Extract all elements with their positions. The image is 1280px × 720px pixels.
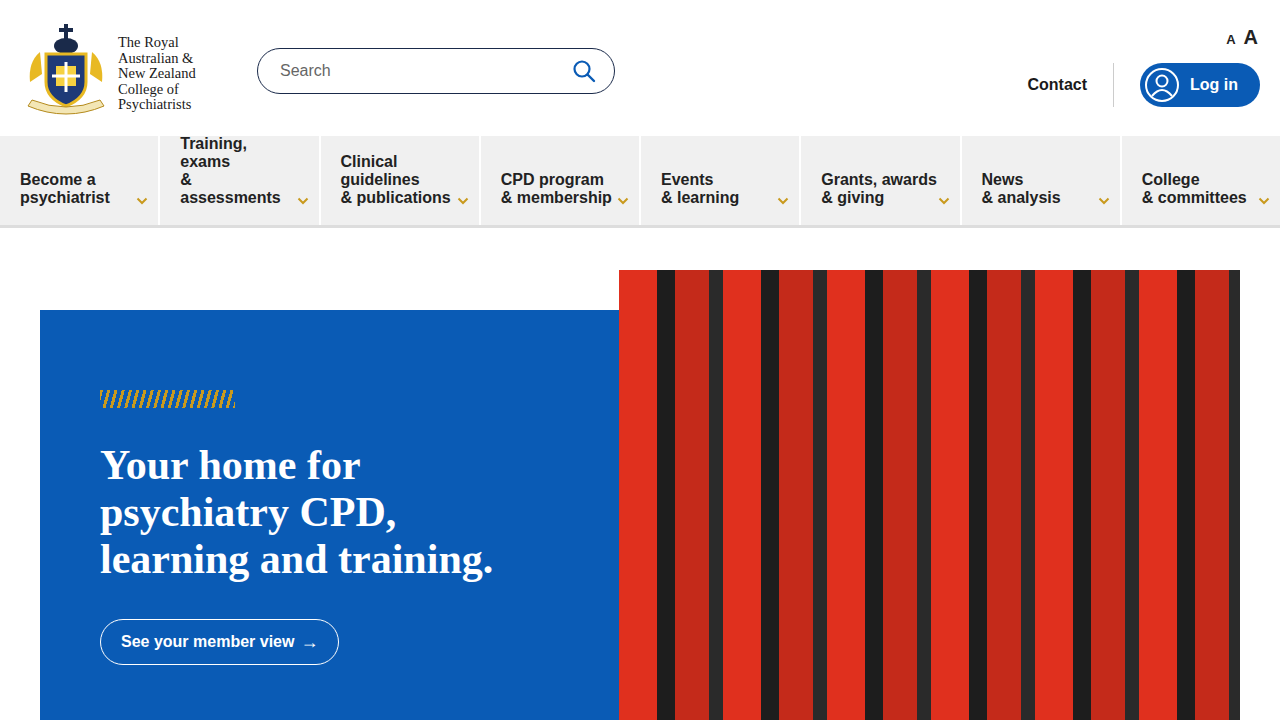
logo-line: The Royal	[118, 35, 196, 51]
crest-icon	[20, 22, 112, 118]
nav-item[interactable]: Grants, awards& giving	[801, 136, 961, 225]
chevron-down-icon	[297, 197, 309, 205]
nav-label: Become apsychiatrist	[20, 171, 110, 207]
decorative-stripes	[100, 390, 235, 408]
font-size-button[interactable]: A	[1226, 32, 1235, 47]
nav-label: Grants, awards& giving	[821, 171, 937, 207]
main-nav: Become apsychiatrist Training,exams& ass…	[0, 136, 1280, 228]
logo-line: New Zealand	[118, 66, 196, 82]
hero-panel: Your home forpsychiatry CPD,learning and…	[40, 310, 619, 720]
logo-text: The RoyalAustralian &New ZealandCollege …	[118, 35, 196, 113]
nav-item[interactable]: CPD program& membership	[481, 136, 641, 225]
nav-label: College& committees	[1142, 171, 1247, 207]
chevron-down-icon	[777, 197, 789, 205]
hero-heading: Your home forpsychiatry CPD,learning and…	[100, 442, 579, 583]
header-right: AA Contact Log in	[1027, 0, 1260, 107]
logo[interactable]: The RoyalAustralian &New ZealandCollege …	[20, 22, 220, 118]
chevron-down-icon	[136, 197, 148, 205]
logo-line: College of	[118, 82, 196, 98]
header-actions: Contact Log in	[1027, 63, 1260, 107]
nav-item[interactable]: College& committees	[1122, 136, 1280, 225]
nav-label: Clinicalguidelines& publications	[341, 153, 451, 207]
chevron-down-icon	[617, 197, 629, 205]
font-size-controls: AA	[1226, 26, 1258, 49]
member-view-button[interactable]: See your member view →	[100, 619, 339, 665]
chevron-down-icon	[1258, 197, 1270, 205]
nav-label: Events& learning	[661, 171, 739, 207]
nav-item[interactable]: News& analysis	[962, 136, 1122, 225]
font-size-button[interactable]: A	[1244, 26, 1258, 49]
page: The RoyalAustralian &New ZealandCollege …	[0, 0, 1280, 720]
nav-item[interactable]: Become apsychiatrist	[0, 136, 160, 225]
hero: Your home forpsychiatry CPD,learning and…	[0, 228, 1280, 720]
search-input[interactable]	[278, 61, 564, 81]
logo-line: Australian &	[118, 51, 196, 67]
header: The RoyalAustralian &New ZealandCollege …	[0, 0, 1280, 136]
arrow-icon: →	[300, 632, 318, 653]
nav-label: News& analysis	[982, 171, 1061, 207]
nav-label: Training,exams& assessments	[180, 135, 296, 207]
chevron-down-icon	[938, 197, 950, 205]
logo-line: Psychiatrists	[118, 97, 196, 113]
search-field[interactable]	[257, 48, 615, 94]
chevron-down-icon	[1098, 197, 1110, 205]
login-button[interactable]: Log in	[1140, 63, 1260, 107]
nav-item[interactable]: Events& learning	[641, 136, 801, 225]
nav-item[interactable]: Training,exams& assessments	[160, 136, 320, 225]
nav-label: CPD program& membership	[501, 171, 612, 207]
chevron-down-icon	[457, 197, 469, 205]
contact-link[interactable]: Contact	[1027, 76, 1087, 94]
divider	[1113, 63, 1114, 107]
search-icon[interactable]	[572, 59, 596, 83]
nav-item[interactable]: Clinicalguidelines& publications	[321, 136, 481, 225]
user-icon	[1144, 67, 1180, 103]
hero-photo	[619, 270, 1240, 720]
